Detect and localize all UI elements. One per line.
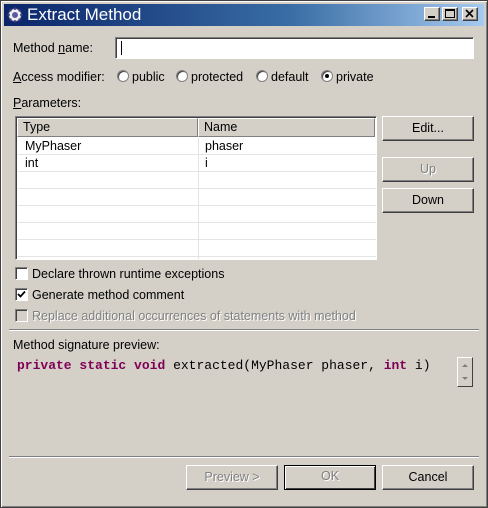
- radio-private-label[interactable]: private: [336, 70, 374, 84]
- edit-button[interactable]: Edit...: [382, 116, 474, 141]
- radio-protected[interactable]: [176, 70, 188, 82]
- method-name-input[interactable]: [115, 37, 474, 59]
- signature-preview-label: Method signature preview:: [13, 338, 160, 352]
- maximize-icon: [445, 9, 455, 18]
- param-type-cell: MyPhaser: [25, 139, 82, 153]
- window-title: Extract Method: [27, 5, 142, 24]
- param-type-cell: int: [25, 156, 39, 170]
- empty-row: [18, 240, 376, 257]
- title-bar[interactable]: Extract Method: [4, 4, 484, 26]
- signature-preview-text: private static void extracted(MyPhaser p…: [17, 358, 431, 373]
- keyword-token: void: [134, 358, 166, 373]
- method-name-label: Method name:: [13, 41, 93, 55]
- keyword-token: private: [17, 358, 72, 373]
- down-button-label: Down: [412, 193, 444, 207]
- ok-button-label: OK: [320, 469, 340, 483]
- up-button[interactable]: Up: [382, 157, 474, 182]
- empty-row: [18, 206, 376, 223]
- radio-protected-label[interactable]: protected: [191, 70, 243, 84]
- ok-button[interactable]: OK: [284, 465, 376, 490]
- column-header-type[interactable]: Type: [17, 118, 198, 137]
- radio-default[interactable]: [256, 70, 268, 82]
- code-token: i): [407, 358, 431, 373]
- close-icon: [465, 9, 474, 18]
- cancel-button[interactable]: Cancel: [382, 465, 474, 490]
- up-button-label: Up: [420, 162, 436, 176]
- column-divider: [198, 138, 199, 259]
- scroll-up-icon[interactable]: [458, 358, 472, 372]
- empty-row: [18, 189, 376, 206]
- radio-selected-dot: [325, 74, 329, 78]
- radio-public[interactable]: [117, 70, 129, 82]
- empty-row: [18, 223, 376, 240]
- replace-occurrences-checkbox[interactable]: [15, 309, 28, 322]
- keyword-token: int: [383, 358, 408, 373]
- parameters-table[interactable]: Type Name MyPhaser phaser int i: [15, 116, 377, 260]
- code-token: extracted(MyPhaser phaser,: [165, 358, 384, 373]
- declare-exceptions-checkbox[interactable]: [15, 267, 28, 280]
- empty-row: [18, 172, 376, 189]
- maximize-button[interactable]: [442, 7, 458, 21]
- access-modifier-label: Access modifier:: [13, 70, 105, 84]
- separator: [9, 329, 479, 331]
- scroll-down-icon[interactable]: [458, 372, 472, 386]
- table-row[interactable]: MyPhaser phaser: [18, 138, 376, 155]
- generate-comment-label[interactable]: Generate method comment: [32, 288, 184, 302]
- param-name-cell: phaser: [205, 139, 244, 153]
- down-button[interactable]: Down: [382, 188, 474, 213]
- gear-icon: [7, 7, 23, 23]
- declare-exceptions-label[interactable]: Declare thrown runtime exceptions: [32, 267, 224, 281]
- parameters-label: Parameters:: [13, 96, 82, 110]
- close-window-button[interactable]: [462, 7, 478, 21]
- minimize-icon: [428, 16, 435, 18]
- radio-default-label[interactable]: default: [271, 70, 309, 84]
- text-caret: [121, 41, 122, 55]
- preview-button-label: Preview >: [204, 470, 260, 484]
- table-row[interactable]: int i: [18, 155, 376, 172]
- edit-button-label: Edit...: [412, 121, 444, 135]
- minimize-button[interactable]: [424, 7, 440, 21]
- generate-comment-checkbox[interactable]: [15, 288, 28, 301]
- preview-button[interactable]: Preview >: [186, 465, 278, 490]
- keyword-token: static: [79, 358, 127, 373]
- footer-separator: [9, 456, 479, 458]
- cancel-button-label: Cancel: [408, 470, 448, 484]
- column-header-name[interactable]: Name: [198, 118, 375, 137]
- extract-method-dialog: Extract Method Method name: Access modif…: [0, 0, 488, 508]
- preview-scrollbar[interactable]: [457, 357, 473, 387]
- radio-public-label[interactable]: public: [132, 70, 165, 84]
- checkmark-icon: [17, 290, 26, 298]
- replace-occurrences-label[interactable]: Replace additional occurrences of statem…: [32, 309, 356, 323]
- param-name-cell: i: [205, 156, 208, 170]
- radio-private[interactable]: [321, 70, 333, 82]
